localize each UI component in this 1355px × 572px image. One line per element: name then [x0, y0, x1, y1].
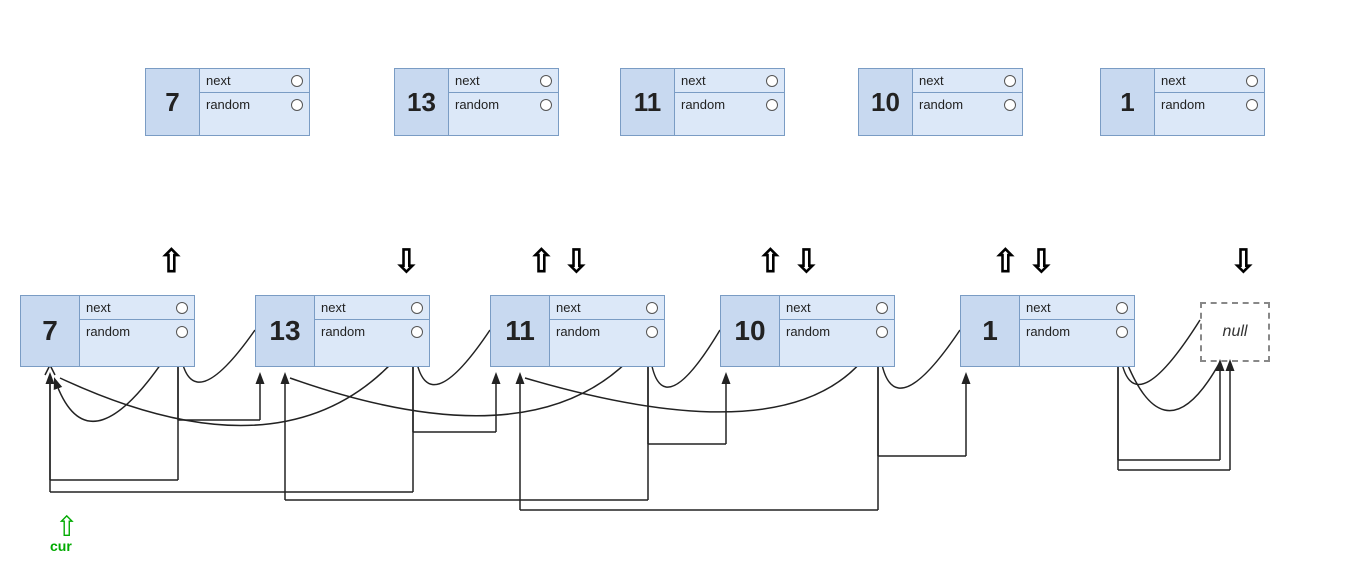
bottom-node-1: 1 next random	[960, 295, 1135, 367]
random-circle-7-top	[291, 99, 303, 111]
arrow-up-11a: ⇧	[528, 245, 555, 277]
node-val-1-bot: 1	[960, 295, 1020, 367]
node-next-10-bot: next	[780, 296, 894, 320]
next-circle-13-top	[540, 75, 552, 87]
random-circle-1-bot	[1116, 326, 1128, 338]
node-random-11-top: random	[675, 93, 784, 116]
cur-label: cur	[50, 538, 72, 554]
node-val-10-top: 10	[858, 68, 913, 136]
random-circle-10-bot	[876, 326, 888, 338]
arrow-down-1b: ⇩	[1028, 245, 1055, 277]
next-circle-11-bot	[646, 302, 658, 314]
arrow-down-13: ⇩	[393, 245, 420, 277]
top-node-1: 1 next random	[1100, 68, 1265, 136]
arrow-up-1a: ⇧	[992, 245, 1019, 277]
random-circle-10-top	[1004, 99, 1016, 111]
node-random-1-top: random	[1155, 93, 1264, 116]
arrow-up-7: ⇧	[158, 245, 185, 277]
next-circle-1-bot	[1116, 302, 1128, 314]
node-val-11-top: 11	[620, 68, 675, 136]
bottom-node-7: 7 next random	[20, 295, 195, 367]
node-random-10-top: random	[913, 93, 1022, 116]
bottom-node-13: 13 next random	[255, 295, 430, 367]
random-circle-7-bot	[176, 326, 188, 338]
node-next-11-top: next	[675, 69, 784, 93]
node-val-7-bot: 7	[20, 295, 80, 367]
node-next-10-top: next	[913, 69, 1022, 93]
bottom-node-11: 11 next random	[490, 295, 665, 367]
node-val-13-bot: 13	[255, 295, 315, 367]
random-circle-11-bot	[646, 326, 658, 338]
node-val-13-top: 13	[394, 68, 449, 136]
random-circle-1-top	[1246, 99, 1258, 111]
next-circle-11-top	[766, 75, 778, 87]
arrow-down-11b: ⇩	[563, 245, 590, 277]
node-val-1-top: 1	[1100, 68, 1155, 136]
next-circle-1-top	[1246, 75, 1258, 87]
arrow-up-10a: ⇧	[757, 245, 784, 277]
node-val-7-top: 7	[145, 68, 200, 136]
node-next-1-top: next	[1155, 69, 1264, 93]
arrow-down-10b: ⇩	[793, 245, 820, 277]
top-node-11: 11 next random	[620, 68, 785, 136]
random-circle-13-bot	[411, 326, 423, 338]
node-val-11-bot: 11	[490, 295, 550, 367]
node-random-7-top: random	[200, 93, 309, 116]
node-random-13-top: random	[449, 93, 558, 116]
null-label: null	[1223, 323, 1248, 341]
top-node-10: 10 next random	[858, 68, 1023, 136]
top-node-13: 13 next random	[394, 68, 559, 136]
null-node: null	[1200, 302, 1270, 362]
next-circle-10-top	[1004, 75, 1016, 87]
node-val-10-bot: 10	[720, 295, 780, 367]
top-node-7: 7 next random	[145, 68, 310, 136]
random-circle-11-top	[766, 99, 778, 111]
node-random-13-bot: random	[315, 320, 429, 343]
next-circle-10-bot	[876, 302, 888, 314]
node-random-7-bot: random	[80, 320, 194, 343]
arrow-down-null: ⇩	[1230, 245, 1257, 277]
node-next-7-top: next	[200, 69, 309, 93]
node-random-11-bot: random	[550, 320, 664, 343]
next-circle-7-bot	[176, 302, 188, 314]
node-next-13-top: next	[449, 69, 558, 93]
random-circle-13-top	[540, 99, 552, 111]
next-circle-13-bot	[411, 302, 423, 314]
node-random-10-bot: random	[780, 320, 894, 343]
bottom-node-10: 10 next random	[720, 295, 895, 367]
node-random-1-bot: random	[1020, 320, 1134, 343]
node-next-13-bot: next	[315, 296, 429, 320]
node-next-1-bot: next	[1020, 296, 1134, 320]
node-next-7-bot: next	[80, 296, 194, 320]
next-circle-7-top	[291, 75, 303, 87]
node-next-11-bot: next	[550, 296, 664, 320]
